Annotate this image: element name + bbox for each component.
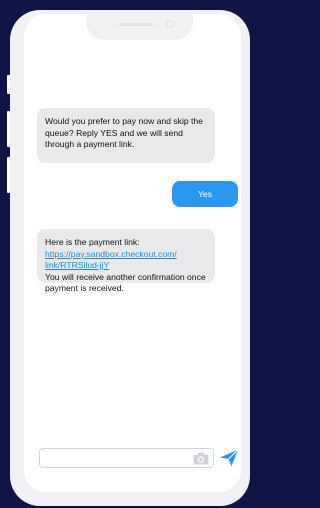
message-incoming-1: Would you prefer to pay now and skip the… [37,108,215,163]
payment-link-line-1: https://pay.sandbox.checkout.com/ [45,248,177,259]
payment-link-line-2: link/RTRSilud-jjY [45,260,110,270]
phone-notch [86,14,193,40]
message-outro: You will receive another confirmation on… [45,271,206,294]
message-incoming-2: Here is the payment link: https://pay.sa… [37,229,215,293]
page: Would you prefer to pay now and skip the… [0,0,255,508]
message-text: Yes [197,189,213,199]
message-input[interactable] [39,448,214,468]
payment-link[interactable]: https://pay.sandbox.checkout.com/ link/R… [45,249,177,271]
message-intro: Here is the payment link: [45,237,140,247]
speaker-grille [119,23,153,26]
message-outgoing-yes: Yes [172,181,238,207]
camera-icon[interactable] [193,452,209,465]
send-icon[interactable] [219,448,239,468]
message-text: Would you prefer to pay now and skip the… [45,116,203,149]
front-camera [166,20,174,28]
